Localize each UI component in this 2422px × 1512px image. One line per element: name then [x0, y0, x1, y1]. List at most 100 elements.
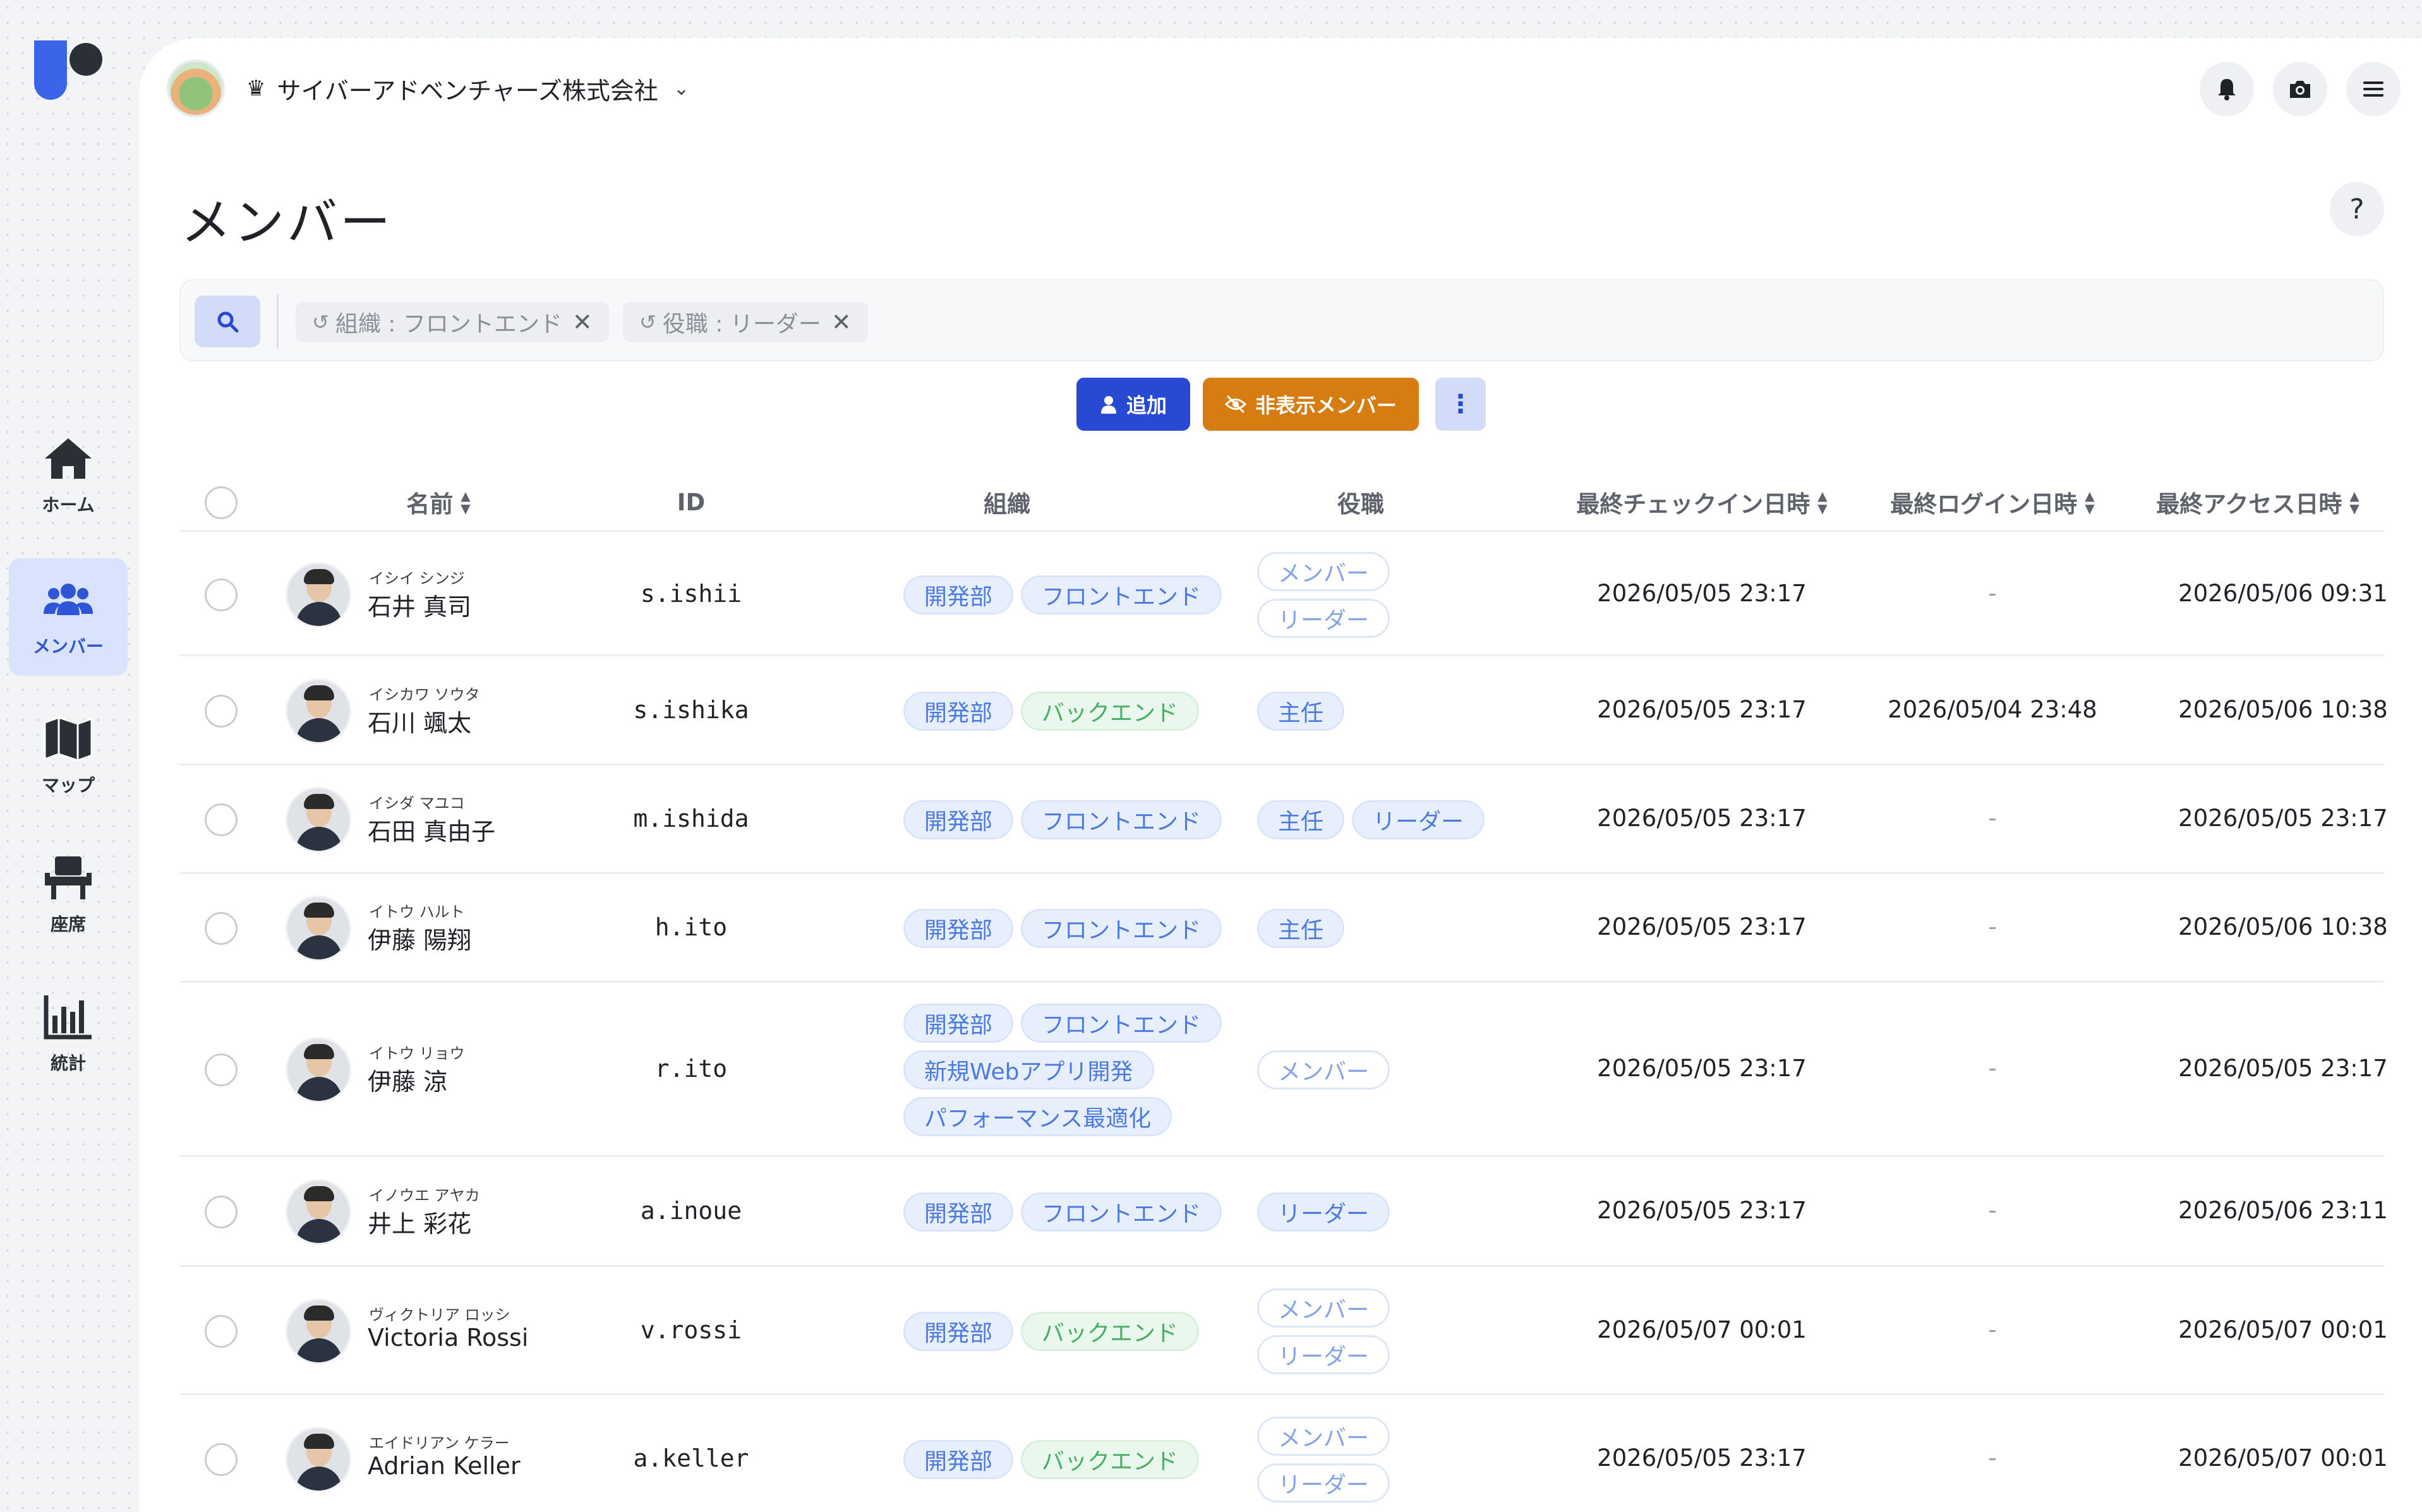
select-all-checkbox[interactable]: [205, 486, 238, 519]
login-date: -: [1988, 1197, 1997, 1224]
member-name[interactable]: 伊藤 涼: [368, 1062, 447, 1097]
org-tag[interactable]: フロントエンド: [1021, 800, 1222, 839]
org-tag[interactable]: バックエンド: [1021, 1439, 1200, 1479]
row-checkbox[interactable]: [205, 803, 238, 836]
role-tag[interactable]: メンバー: [1257, 1288, 1390, 1328]
member-id: s.ishii: [640, 580, 742, 608]
role-tag[interactable]: リーダー: [1257, 1335, 1390, 1374]
avatar: [286, 562, 351, 628]
row-checkbox[interactable]: [205, 1443, 238, 1476]
org-tag[interactable]: フロントエンド: [1021, 1192, 1222, 1232]
role-tag[interactable]: メンバー: [1257, 1416, 1390, 1456]
notifications-button[interactable]: [2200, 62, 2254, 116]
col-checkin[interactable]: 最終チェックイン日時 ▲ ▼: [1538, 472, 1866, 532]
org-tag[interactable]: バックエンド: [1021, 1311, 1200, 1351]
org-tags: 開発部 バックエンド: [903, 1311, 1257, 1351]
checkin-date: 2026/05/05 23:17: [1597, 1055, 1807, 1082]
table-row[interactable]: イシイ シンジ 石井 真司 s.ishii 開発部 フロントエンド メンバー リーダー 202…: [179, 534, 2388, 656]
table-row[interactable]: エイドリアン ケラー Adrian Keller a.keller 開発部 バックエンド…: [179, 1395, 2388, 1512]
col-login[interactable]: 最終ログイン日時 ▲ ▼: [1853, 472, 2131, 532]
row-checkbox[interactable]: [205, 1196, 238, 1228]
org-tag[interactable]: 開発部: [903, 1311, 1014, 1351]
col-role-label: 役職: [1337, 491, 1384, 518]
org-tag[interactable]: パフォーマンス最適化: [903, 1097, 1172, 1136]
org-avatar[interactable]: [167, 59, 225, 117]
table-row[interactable]: イトウ リョウ 伊藤 涼 r.ito 開発部 フロントエンド 新規Webアプリ開発 パフォー…: [179, 983, 2388, 1157]
role-tag[interactable]: メンバー: [1257, 552, 1390, 591]
table-row[interactable]: イシカワ ソウタ 石川 颯太 s.ishika 開発部 バックエンド 主任 2026/05/…: [179, 656, 2388, 765]
help-button[interactable]: ?: [2330, 182, 2384, 236]
side-nav: ホーム メンバー マップ 座席 統計: [0, 0, 139, 1512]
member-name[interactable]: Adrian Keller: [368, 1452, 521, 1480]
search-button[interactable]: [195, 296, 260, 347]
checkin-date: 2026/05/05 23:17: [1597, 913, 1807, 940]
table-row[interactable]: イノウエ アヤカ 井上 彩花 a.inoue 開発部 フロントエンド リーダー 2026/0…: [179, 1157, 2388, 1267]
org-tag[interactable]: フロントエンド: [1021, 909, 1222, 948]
role-tag[interactable]: リーダー: [1257, 1192, 1390, 1232]
row-checkbox[interactable]: [205, 579, 238, 611]
table-row[interactable]: ヴィクトリア ロッシ Victoria Rossi v.rossi 開発部 バックエンド…: [179, 1267, 2388, 1395]
org-tag[interactable]: 開発部: [903, 691, 1014, 731]
close-icon[interactable]: ✕: [831, 308, 852, 336]
role-tag[interactable]: リーダー: [1257, 1463, 1390, 1503]
org-tag[interactable]: 開発部: [903, 800, 1014, 839]
org-tag[interactable]: 開発部: [903, 1192, 1014, 1232]
nav-members-label: メンバー: [32, 636, 104, 657]
role-tag[interactable]: リーダー: [1257, 599, 1390, 638]
row-checkbox[interactable]: [205, 1053, 238, 1086]
role-tag[interactable]: 主任: [1257, 800, 1345, 839]
member-id: a.keller: [633, 1444, 749, 1472]
role-tags: 主任: [1257, 909, 1409, 948]
org-tag[interactable]: 開発部: [903, 1439, 1014, 1479]
table-row[interactable]: イシダ マユコ 石田 真由子 m.ishida 開発部 フロントエンド 主任 リーダー 202…: [179, 765, 2388, 874]
org-tag[interactable]: 開発部: [903, 1004, 1014, 1043]
close-icon[interactable]: ✕: [572, 308, 593, 336]
nav-members[interactable]: メンバー: [9, 558, 128, 676]
nav-stats[interactable]: 統計: [9, 975, 128, 1093]
nav-seat[interactable]: 座席: [9, 836, 128, 954]
home-icon: [45, 438, 92, 479]
org-tag[interactable]: フロントエンド: [1021, 575, 1222, 615]
member-name[interactable]: 伊藤 陽翔: [368, 921, 471, 956]
members-icon: [44, 584, 93, 615]
role-tag[interactable]: リーダー: [1352, 800, 1485, 839]
org-tag[interactable]: フロントエンド: [1021, 1004, 1222, 1043]
row-checkbox[interactable]: [205, 912, 238, 945]
org-tag[interactable]: バックエンド: [1021, 691, 1200, 731]
access-date: 2026/05/06 10:38: [2178, 695, 2388, 723]
map-icon: [44, 716, 93, 762]
nav-map[interactable]: マップ: [9, 697, 128, 815]
org-tag[interactable]: 開発部: [903, 575, 1014, 615]
menu-button[interactable]: [2346, 62, 2401, 116]
member-name[interactable]: 石田 真由子: [368, 812, 495, 847]
col-name[interactable]: 名前 ▲ ▼: [350, 472, 527, 532]
nav-home[interactable]: ホーム: [9, 417, 128, 534]
table-row[interactable]: イトウ ハルト 伊藤 陽翔 h.ito 開発部 フロントエンド 主任 2026/05/05 …: [179, 874, 2388, 983]
role-tags: メンバー リーダー: [1257, 1416, 1409, 1503]
avatar: [286, 896, 351, 961]
camera-button[interactable]: [2273, 62, 2327, 116]
hidden-members-button[interactable]: 非表示メンバー: [1203, 378, 1419, 431]
login-date: -: [1988, 580, 1997, 607]
more-actions-button[interactable]: ⋮: [1435, 378, 1486, 431]
org-switcher[interactable]: ♛ サイバーアドベンチャーズ株式会社 ⌄: [246, 71, 689, 106]
member-kana: イノウエ アヤカ: [369, 1187, 480, 1204]
app-logo[interactable]: [34, 40, 104, 110]
row-checkbox[interactable]: [205, 1314, 238, 1348]
col-org: 組織: [874, 472, 1140, 532]
filter-chip-org[interactable]: ↺ 組織 : フロントエンド ✕: [296, 302, 609, 342]
member-name[interactable]: 石井 真司: [368, 587, 471, 622]
org-tag[interactable]: 新規Webアプリ開発: [903, 1050, 1154, 1089]
member-name[interactable]: Victoria Rossi: [368, 1324, 528, 1352]
role-tag[interactable]: 主任: [1257, 909, 1345, 948]
role-tag[interactable]: 主任: [1257, 691, 1345, 731]
filter-chip-role[interactable]: ↺ 役職 : リーダー ✕: [623, 302, 868, 342]
org-tag[interactable]: 開発部: [903, 909, 1014, 948]
member-name[interactable]: 石川 颯太: [368, 704, 471, 738]
role-tag[interactable]: メンバー: [1257, 1050, 1390, 1089]
row-checkbox[interactable]: [205, 694, 238, 728]
col-access[interactable]: 最終アクセス日時 ▲ ▼: [2131, 472, 2384, 532]
member-name[interactable]: 井上 彩花: [368, 1204, 471, 1239]
checkin-date: 2026/05/05 23:17: [1597, 1197, 1807, 1224]
add-member-button[interactable]: 追加: [1076, 378, 1190, 431]
